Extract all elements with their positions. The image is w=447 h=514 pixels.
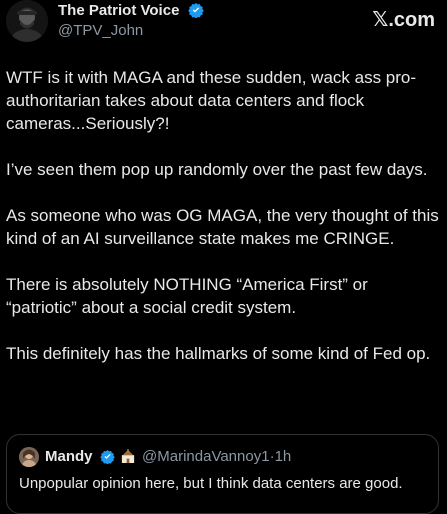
quoted-tweet-text: Unpopular opinion here, but I think data… (19, 475, 403, 492)
tweet-text: WTF is it with MAGA and these sudden, wa… (6, 66, 441, 388)
church-emoji-icon (121, 449, 134, 463)
verified-badge-icon (187, 3, 204, 18)
tweet-paragraph: I’ve seen them pop up randomly over the … (6, 160, 428, 179)
quoted-author-avatar[interactable] (19, 447, 39, 467)
x-domain: .com (388, 9, 435, 31)
quoted-avatar-image (19, 447, 39, 467)
quoted-handle[interactable]: @MarindaVannoy1 (142, 448, 270, 465)
verified-badge-icon (99, 449, 115, 464)
quoted-display-name[interactable]: Mandy (45, 448, 93, 465)
tweet-paragraph: WTF is it with MAGA and these sudden, wa… (6, 68, 417, 133)
tweet-paragraph: There is absolutely NOTHING “America Fir… (6, 275, 368, 317)
author-avatar[interactable] (6, 0, 48, 42)
author-display-name[interactable]: The Patriot Voice (58, 2, 179, 19)
x-logo-icon: 𝕏 (372, 9, 389, 31)
quoted-tweet[interactable]: Mandy @MarindaVannoy1·1h Unpopular opini… (6, 434, 439, 514)
quoted-author-line: Mandy @MarindaVannoy1·1h (45, 448, 291, 466)
tweet-paragraph: This definitely has the hallmarks of som… (6, 344, 431, 363)
author-handle[interactable]: @TPV_John (58, 22, 143, 40)
tweet-paragraph: As someone who was OG MAGA, the very tho… (6, 206, 439, 248)
author-name-line[interactable]: The Patriot Voice (58, 2, 204, 20)
quoted-timestamp[interactable]: 1h (275, 448, 292, 465)
tweet-header: The Patriot Voice @TPV_John 𝕏.com (0, 0, 447, 50)
x-logo: 𝕏.com (372, 8, 435, 32)
avatar-image (6, 0, 48, 42)
